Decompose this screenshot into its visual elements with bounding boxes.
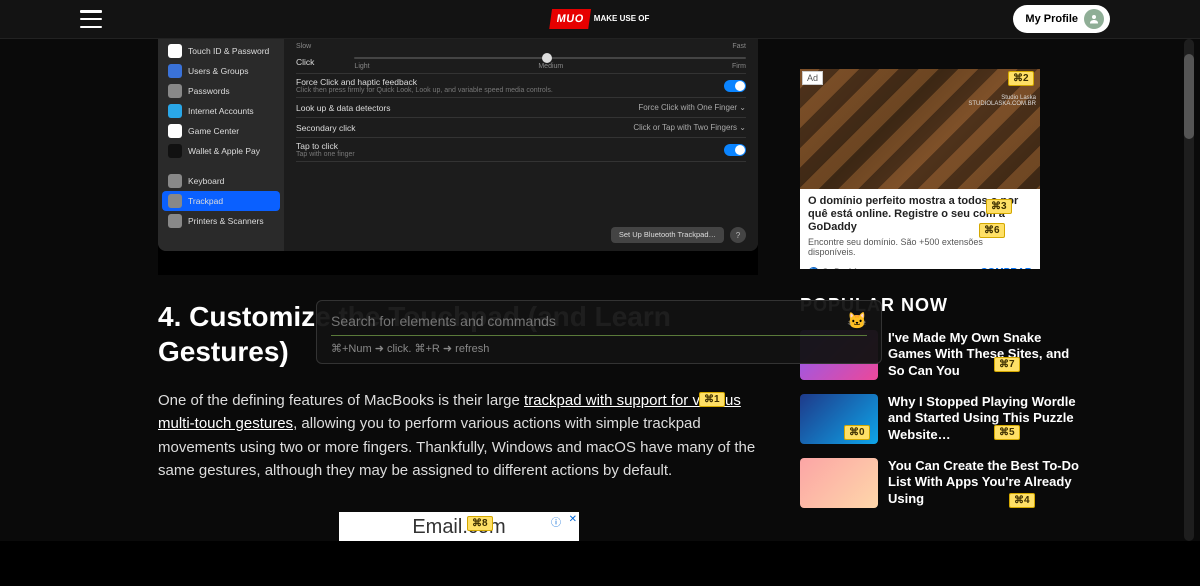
shortcut-2: ⌘2 bbox=[1008, 71, 1034, 86]
bottom-blackbar bbox=[0, 541, 1200, 586]
menu-icon[interactable] bbox=[80, 10, 102, 28]
popular-title: I've Made My Own Snake Games With These … bbox=[888, 330, 1080, 380]
macos-sidebar-item[interactable]: Touch ID & Password bbox=[162, 41, 280, 61]
command-search-input[interactable] bbox=[331, 313, 847, 329]
macos-sidebar-item[interactable]: Wallet & Apple Pay bbox=[162, 141, 280, 161]
popular-title: Why I Stopped Playing Wordle and Started… bbox=[888, 394, 1080, 444]
lookup-label: Look up & data detectors bbox=[296, 103, 391, 113]
article-paragraph: One of the defining features of MacBooks… bbox=[158, 389, 760, 482]
tap-toggle[interactable] bbox=[724, 144, 746, 156]
macos-sidebar-item[interactable]: Passwords bbox=[162, 81, 280, 101]
secondary-label: Secondary click bbox=[296, 123, 356, 133]
screenshot-container: Touch ID & PasswordUsers & GroupsPasswor… bbox=[158, 39, 758, 275]
site-logo[interactable]: MUO MAKE USE OF bbox=[551, 9, 650, 29]
tap-sub: Tap with one finger bbox=[296, 151, 355, 158]
shortcut-3: ⌘3 bbox=[986, 199, 1012, 214]
ad-close-icon[interactable]: ✕ bbox=[569, 514, 577, 525]
ad-brand: 🔵 GoDaddy bbox=[808, 267, 862, 269]
macos-sidebar-item[interactable]: Internet Accounts bbox=[162, 101, 280, 121]
ad-image: Studio LaskaSTUDIOLASKA.COM.BR bbox=[800, 69, 1040, 189]
bluetooth-trackpad-button[interactable]: Set Up Bluetooth Trackpad… bbox=[611, 227, 724, 243]
shortcut-5: ⌘5 bbox=[994, 425, 1020, 440]
logo-text: MAKE USE OF bbox=[594, 15, 650, 23]
click-label: Click bbox=[296, 57, 314, 67]
force-click-sub: Click then press firmly for Quick Look, … bbox=[296, 87, 553, 94]
secondary-value[interactable]: Click or Tap with Two Fingers ⌄ bbox=[633, 123, 746, 132]
profile-button[interactable]: My Profile bbox=[1013, 5, 1110, 33]
shortcut-7: ⌘7 bbox=[994, 357, 1020, 372]
shortcut-1: ⌘1 bbox=[699, 392, 725, 407]
lookup-value[interactable]: Force Click with One Finger ⌄ bbox=[638, 103, 746, 112]
macos-sidebar-item[interactable]: Printers & Scanners bbox=[162, 211, 280, 231]
ad-info-icon[interactable]: ⓘ bbox=[551, 514, 561, 529]
command-palette: 🐱 ⌘+Num ➜ click. ⌘+R ➜ refresh bbox=[316, 300, 882, 364]
shortcut-8: ⌘8 bbox=[467, 516, 493, 531]
shortcut-0: ⌘0 bbox=[844, 425, 870, 440]
popular-item[interactable]: Why I Stopped Playing Wordle and Started… bbox=[800, 394, 1080, 444]
avatar-icon bbox=[1084, 9, 1104, 29]
ad-subtext: Encontre seu domínio. São +500 extensões… bbox=[808, 237, 1032, 257]
click-slider[interactable] bbox=[354, 57, 746, 59]
force-click-toggle[interactable] bbox=[724, 80, 746, 92]
macos-sidebar-item[interactable]: Game Center bbox=[162, 121, 280, 141]
profile-label: My Profile bbox=[1025, 13, 1078, 25]
palette-mascot-icon: 🐱 bbox=[847, 311, 867, 331]
sidebar-ad[interactable]: Ad Studio LaskaSTUDIOLASKA.COM.BR O domí… bbox=[800, 69, 1040, 269]
macos-sidebar-item[interactable]: Keyboard bbox=[162, 171, 280, 191]
command-hint: ⌘+Num ➜ click. ⌘+R ➜ refresh bbox=[331, 342, 867, 355]
site-header: MUO MAKE USE OF My Profile bbox=[0, 0, 1200, 39]
shortcut-6: ⌘6 bbox=[979, 223, 1005, 238]
ad-label: Ad bbox=[802, 71, 823, 85]
macos-main-panel: SlowFast Click LightMediumFirm Force Cli… bbox=[284, 39, 758, 251]
shortcut-4: ⌘4 bbox=[1009, 493, 1035, 508]
logo-badge: MUO bbox=[549, 9, 591, 29]
ad-cta-button[interactable]: COMPRAR bbox=[980, 267, 1032, 269]
macos-settings-window: Touch ID & PasswordUsers & GroupsPasswor… bbox=[158, 39, 758, 251]
popular-item[interactable]: You Can Create the Best To-Do List With … bbox=[800, 458, 1080, 508]
help-button[interactable]: ? bbox=[730, 227, 746, 243]
macos-sidebar-item[interactable]: Users & Groups bbox=[162, 61, 280, 81]
macos-sidebar-item[interactable]: Trackpad bbox=[162, 191, 280, 211]
macos-sidebar: Touch ID & PasswordUsers & GroupsPasswor… bbox=[158, 39, 284, 251]
popular-title: You Can Create the Best To-Do List With … bbox=[888, 458, 1080, 508]
inline-ad[interactable]: Email.com ⓘ ✕ bbox=[339, 512, 579, 542]
tap-label: Tap to click bbox=[296, 141, 355, 151]
force-click-label: Force Click and haptic feedback bbox=[296, 77, 553, 87]
popular-thumb bbox=[800, 458, 878, 508]
page-scrollbar[interactable] bbox=[1184, 39, 1194, 541]
